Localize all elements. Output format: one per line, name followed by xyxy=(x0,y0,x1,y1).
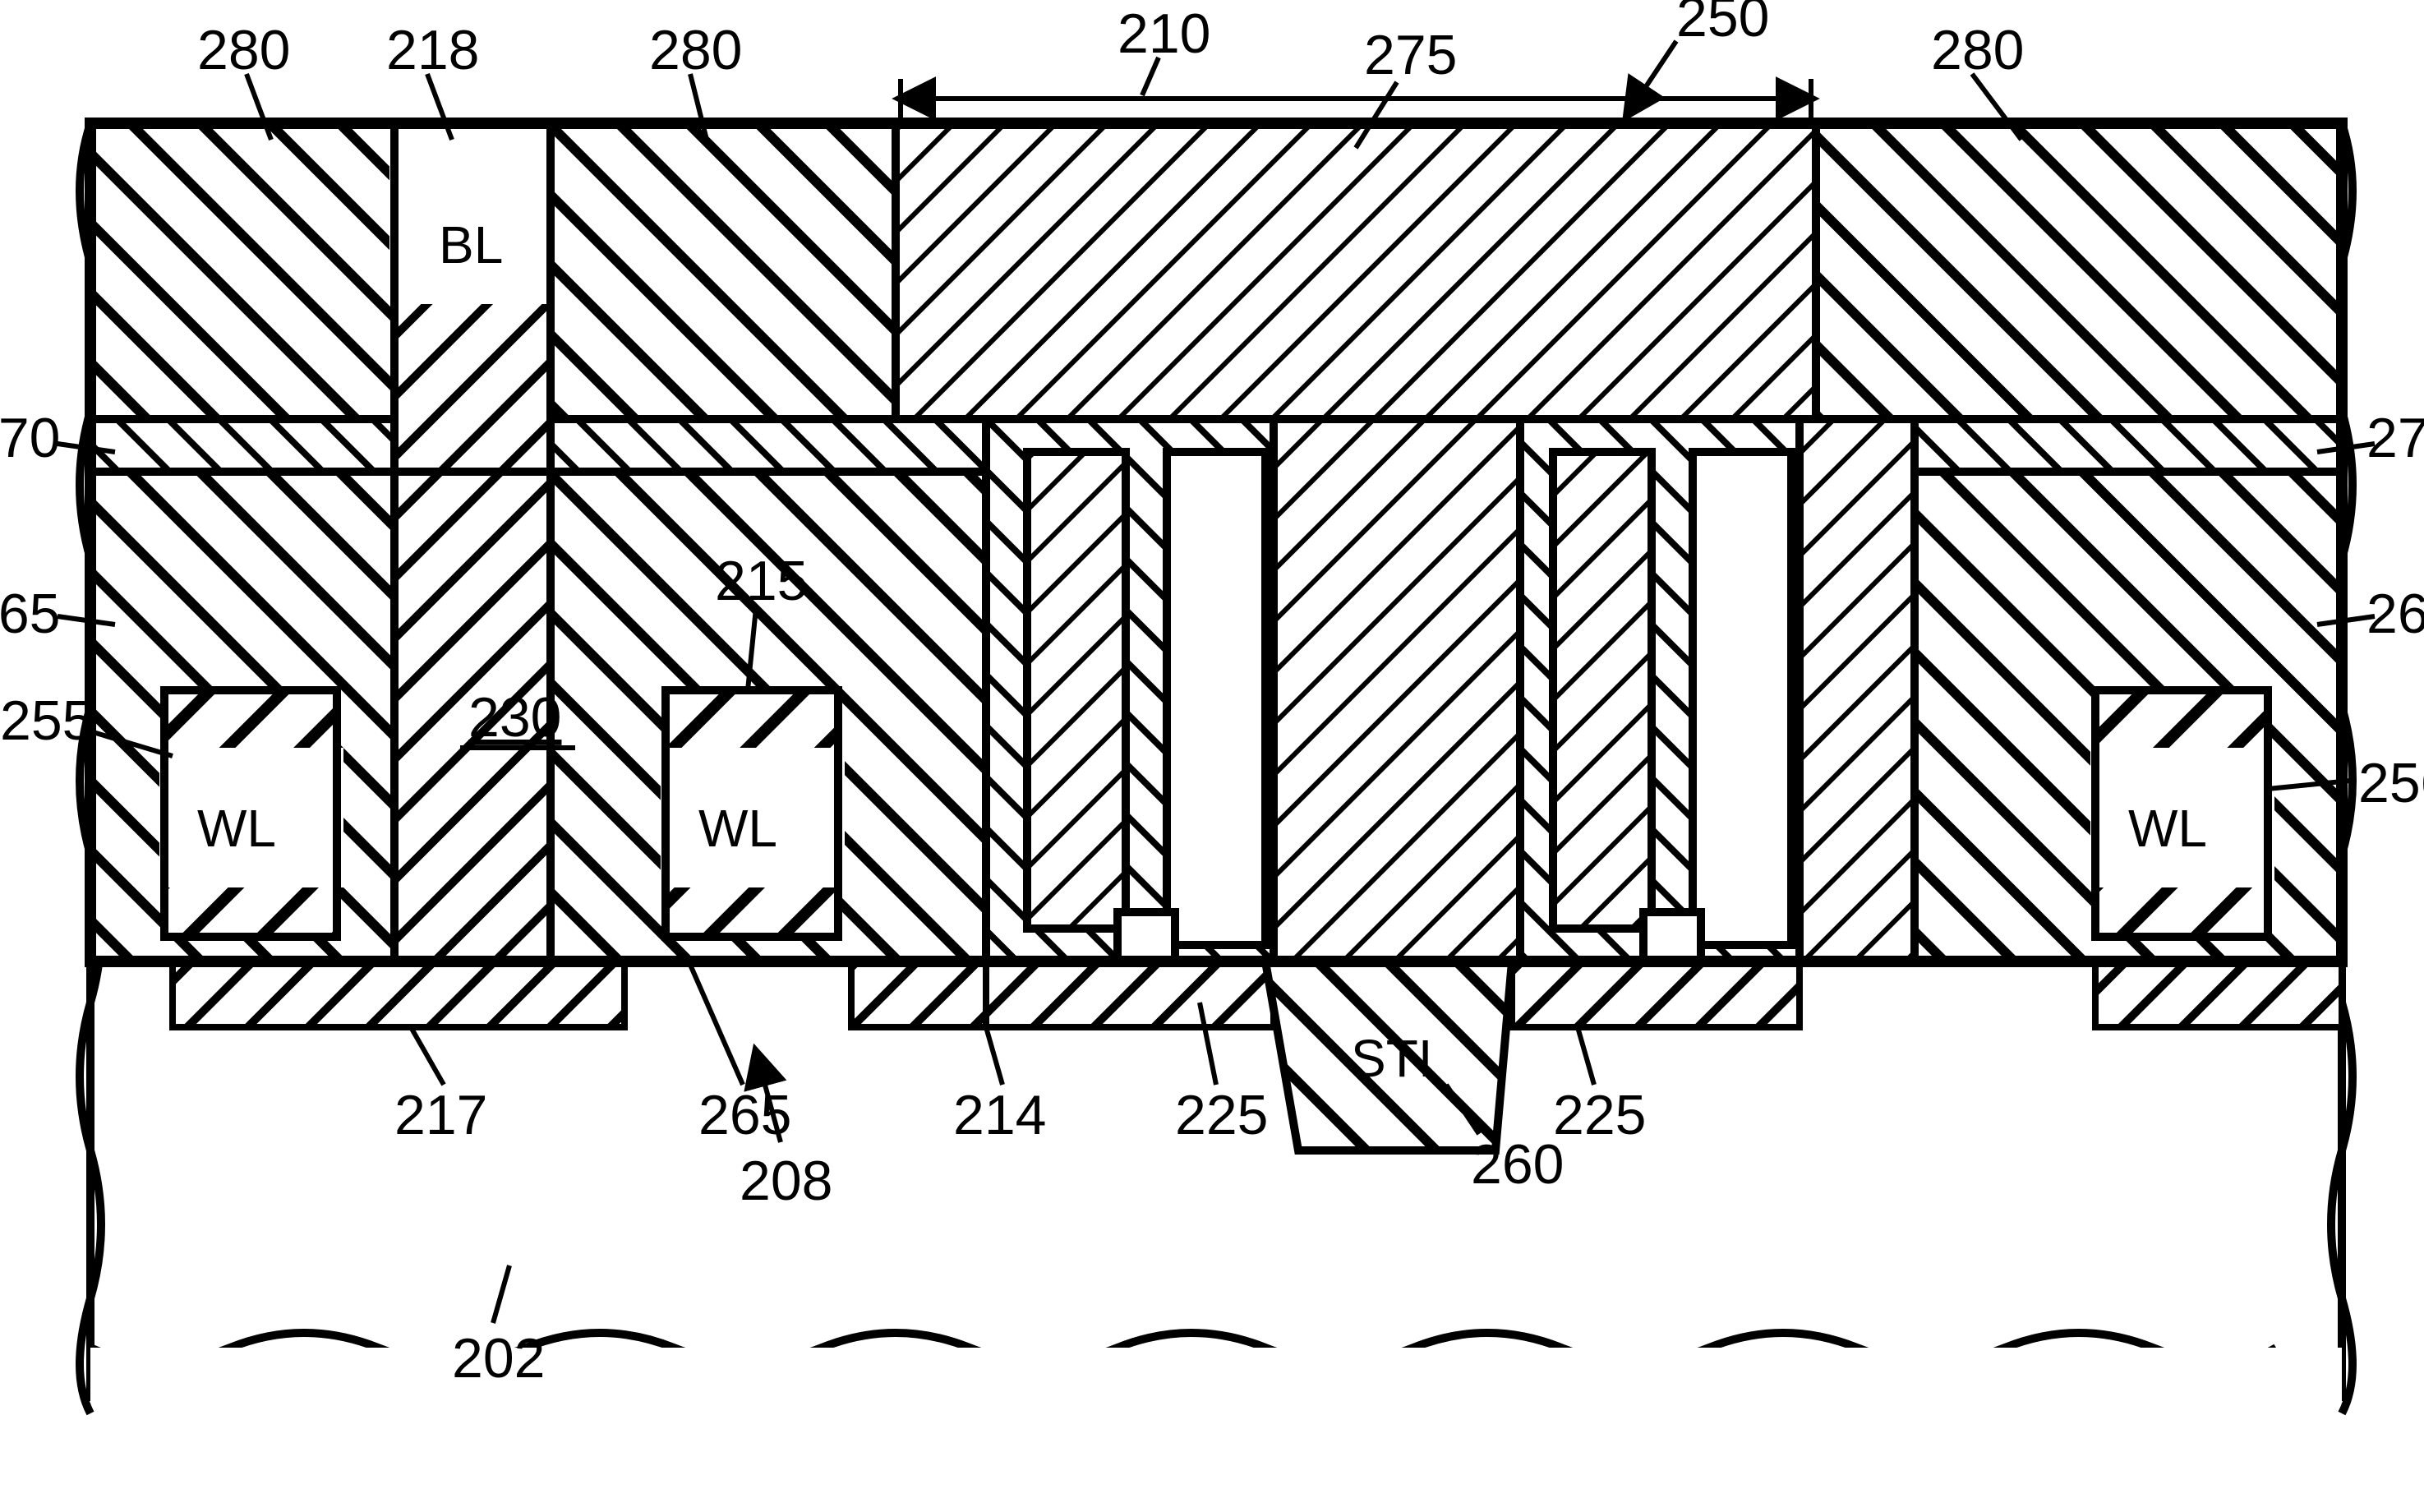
lbl-225a: 225 xyxy=(1175,1084,1268,1146)
lbl-215: 215 xyxy=(715,550,808,612)
lbl-202: 202 xyxy=(452,1327,545,1390)
lbl-218: 218 xyxy=(386,19,479,81)
lbl-275: 275 xyxy=(1364,24,1457,86)
top-280-right xyxy=(1816,123,2342,419)
lbl-217: 217 xyxy=(394,1084,487,1146)
layer-right-edge xyxy=(2095,961,2342,1027)
lbl-255: 255 xyxy=(0,689,93,752)
lbl-280b: 280 xyxy=(649,19,742,81)
lbl-250: 250 xyxy=(1676,0,1769,48)
top-280-left xyxy=(90,123,394,419)
lbl-265R: 265 xyxy=(2366,583,2424,645)
layer-217 xyxy=(173,961,624,1027)
lbl-225b: 225 xyxy=(1553,1084,1646,1146)
lbl-265L: 265 xyxy=(0,583,60,645)
top-275 xyxy=(896,123,1816,419)
lbl-260: 260 xyxy=(1471,1133,1564,1196)
wl-256: WL xyxy=(2090,690,2274,937)
lbl-230: 230 xyxy=(468,686,561,749)
lbl-270R: 270 xyxy=(2366,407,2424,469)
layer-225-right xyxy=(1512,961,1800,1027)
wl-label-1: WL xyxy=(197,799,276,858)
layer-225-left xyxy=(986,961,1274,1027)
diagram-root: STI BL WL WL WL xyxy=(0,0,2424,1512)
wl-label-3: WL xyxy=(2128,799,2207,858)
top-280-mid xyxy=(551,123,896,419)
assembly-250 xyxy=(986,419,1915,961)
lbl-280c: 280 xyxy=(1931,19,2024,81)
lbl-210: 210 xyxy=(1118,2,1210,65)
lbl-280a: 280 xyxy=(197,19,290,81)
wl-255: WL xyxy=(159,690,343,937)
lbl-208: 208 xyxy=(740,1150,832,1212)
bl-label: BL xyxy=(439,215,503,274)
wl-label-2: WL xyxy=(698,799,777,858)
lbl-265B: 265 xyxy=(698,1084,791,1146)
sti-label: STI xyxy=(1351,1029,1433,1088)
lbl-256: 256 xyxy=(2358,752,2424,814)
lbl-214: 214 xyxy=(953,1084,1046,1146)
lbl-270L: 270 xyxy=(0,407,60,469)
wl-215: WL xyxy=(661,690,845,937)
